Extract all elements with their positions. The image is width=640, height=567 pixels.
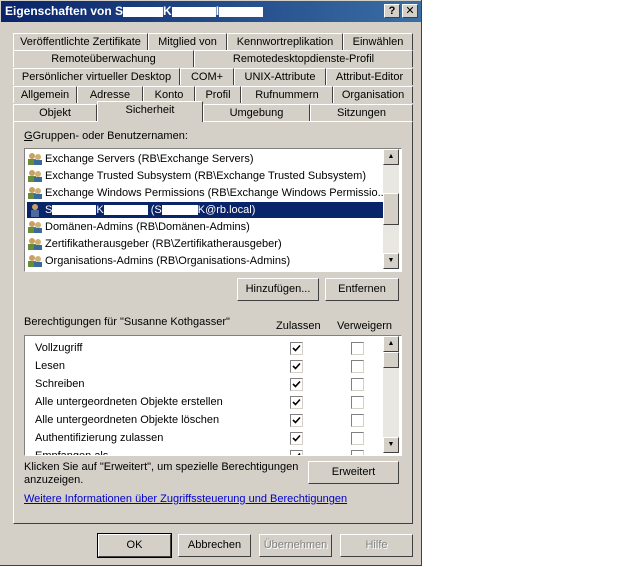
group-icon bbox=[28, 238, 42, 251]
cancel-button[interactable]: Abbrechen bbox=[178, 534, 251, 557]
item-label: Organisations-Admins (RB\Organisations-A… bbox=[45, 255, 291, 267]
deny-checkbox[interactable] bbox=[351, 378, 364, 391]
deny-checkbox[interactable] bbox=[351, 414, 364, 427]
groups-listbox[interactable]: Exchange Servers (RB\Exchange Servers) E… bbox=[24, 148, 402, 272]
allow-checkbox[interactable] bbox=[290, 432, 303, 445]
scroll-up-icon[interactable]: ▲ bbox=[383, 149, 399, 165]
tab-environment[interactable]: Umgebung bbox=[203, 104, 310, 121]
advanced-button[interactable]: Erweitert bbox=[308, 461, 399, 484]
deny-checkbox[interactable] bbox=[351, 396, 364, 409]
redaction bbox=[171, 6, 216, 17]
list-item[interactable]: Exchange Trusted Subsystem (RB\Exchange … bbox=[27, 168, 366, 184]
tab-published-certificates[interactable]: Veröffentlichte Zertifikate bbox=[13, 33, 148, 50]
redaction bbox=[103, 205, 148, 216]
groups-label: GGruppen- oder Benutzernamen: bbox=[24, 130, 188, 142]
deny-checkbox[interactable] bbox=[351, 360, 364, 373]
permissions-listbox[interactable]: Vollzugriff Lesen Schreiben Alle unterge… bbox=[24, 335, 402, 456]
tab-sessions[interactable]: Sitzungen bbox=[310, 104, 413, 121]
item-label: Exchange Trusted Subsystem (RB\Exchange … bbox=[45, 170, 366, 182]
tab-password-replication[interactable]: Kennwortreplikation bbox=[227, 33, 343, 50]
title-prefix: Eigenschaften von S bbox=[5, 4, 124, 18]
permission-name: Schreiben bbox=[35, 378, 85, 390]
apply-button[interactable]: Übernehmen bbox=[259, 534, 332, 557]
allow-header: Zulassen bbox=[276, 320, 321, 332]
scroll-down-icon[interactable]: ▼ bbox=[383, 253, 399, 269]
permission-name: Lesen bbox=[35, 360, 65, 372]
permissions-label: Berechtigungen für "Susanne Kothgasser" bbox=[24, 316, 230, 328]
tab-attribute-editor[interactable]: Attribut-Editor bbox=[326, 68, 413, 85]
scroll-up-icon[interactable]: ▲ bbox=[383, 336, 399, 352]
ok-button[interactable]: OK bbox=[97, 533, 172, 558]
group-icon bbox=[28, 187, 42, 200]
allow-checkbox[interactable] bbox=[290, 360, 303, 373]
item-label: (S bbox=[150, 204, 162, 216]
group-icon bbox=[28, 170, 42, 183]
group-icon bbox=[28, 221, 42, 234]
permission-name: Alle untergeordneten Objekte erstellen bbox=[35, 396, 223, 408]
advanced-hint-line2: anzuzeigen. bbox=[24, 474, 84, 486]
tab-phone-numbers[interactable]: Rufnummern bbox=[241, 86, 333, 103]
add-button[interactable]: Hinzufügen... bbox=[237, 278, 319, 301]
list-item[interactable]: Domänen-Admins (RB\Domänen-Admins) bbox=[27, 219, 250, 235]
list-item[interactable]: Exchange Windows Permissions (RB\Exchang… bbox=[27, 185, 387, 201]
deny-checkbox[interactable] bbox=[351, 450, 364, 455]
tab-dial-in[interactable]: Einwählen bbox=[343, 33, 413, 50]
tab-com-plus[interactable]: COM+ bbox=[180, 68, 234, 85]
deny-header: Verweigern bbox=[337, 320, 393, 332]
tab-rds-profile[interactable]: Remotedesktopdienste-Profil bbox=[194, 50, 413, 67]
help-title-button[interactable]: ? bbox=[384, 4, 400, 18]
allow-checkbox[interactable] bbox=[290, 450, 303, 455]
tab-personal-virtual-desktop[interactable]: Persönlicher virtueller Desktop bbox=[13, 68, 180, 85]
close-title-button[interactable]: ✕ bbox=[402, 4, 418, 18]
list-item[interactable]: Exchange Servers (RB\Exchange Servers) bbox=[27, 151, 253, 167]
tab-object[interactable]: Objekt bbox=[13, 104, 97, 121]
user-icon bbox=[31, 204, 39, 218]
tab-organization[interactable]: Organisation bbox=[333, 86, 413, 103]
list-item-selected[interactable]: S K (S K@rb.local) bbox=[27, 202, 383, 218]
title-bar[interactable]: Eigenschaften von SKI ? ✕ bbox=[1, 1, 421, 22]
properties-dialog: Eigenschaften von SKI ? ✕ Veröffentlicht… bbox=[0, 0, 422, 566]
allow-checkbox[interactable] bbox=[290, 414, 303, 427]
allow-checkbox[interactable] bbox=[290, 396, 303, 409]
permission-name: Authentifizierung zulassen bbox=[35, 432, 164, 444]
allow-checkbox[interactable] bbox=[290, 342, 303, 355]
redaction bbox=[52, 205, 97, 216]
list-item[interactable]: Zertifikatherausgeber (RB\Zertifikathera… bbox=[27, 236, 282, 252]
item-label: Domänen-Admins (RB\Domänen-Admins) bbox=[45, 221, 250, 233]
item-label: K@rb.local) bbox=[197, 204, 256, 216]
permission-name: Empfangen als bbox=[35, 450, 109, 456]
tab-general[interactable]: Allgemein bbox=[13, 86, 77, 103]
item-label: Zertifikatherausgeber (RB\Zertifikathera… bbox=[45, 238, 282, 250]
help-button[interactable]: Hilfe bbox=[340, 534, 413, 557]
more-info-link[interactable]: Weitere Informationen über Zugriffssteue… bbox=[24, 493, 347, 505]
list-item[interactable]: Organisations-Admins (RB\Organisations-A… bbox=[27, 253, 290, 269]
permission-name: Alle untergeordneten Objekte löschen bbox=[35, 414, 220, 426]
advanced-hint-line1: Klicken Sie auf "Erweitert", um speziell… bbox=[24, 461, 299, 473]
tab-security[interactable]: Sicherheit bbox=[97, 101, 203, 122]
item-label: S bbox=[45, 204, 53, 216]
permission-name: Vollzugriff bbox=[35, 342, 83, 354]
deny-checkbox[interactable] bbox=[351, 342, 364, 355]
tab-remote-control[interactable]: Remoteüberwachung bbox=[13, 50, 194, 67]
window-title: Eigenschaften von SKI bbox=[5, 4, 264, 18]
item-label: K bbox=[96, 204, 104, 216]
redaction bbox=[161, 205, 198, 216]
deny-checkbox[interactable] bbox=[351, 432, 364, 445]
item-label: Exchange Windows Permissions (RB\Exchang… bbox=[45, 187, 387, 199]
tab-member-of[interactable]: Mitglied von bbox=[148, 33, 227, 50]
scroll-thumb[interactable] bbox=[383, 193, 399, 225]
allow-checkbox[interactable] bbox=[290, 378, 303, 391]
scroll-thumb[interactable] bbox=[383, 352, 399, 368]
remove-button[interactable]: Entfernen bbox=[325, 278, 399, 301]
group-icon bbox=[28, 255, 42, 268]
title-mid: K bbox=[163, 4, 172, 18]
security-panel: GGruppen- oder Benutzernamen: Exchange S… bbox=[13, 121, 413, 524]
redaction bbox=[123, 6, 164, 17]
tab-unix-attributes[interactable]: UNIX-Attribute bbox=[234, 68, 326, 85]
group-icon bbox=[28, 153, 42, 166]
scroll-down-icon[interactable]: ▼ bbox=[383, 437, 399, 453]
item-label: Exchange Servers (RB\Exchange Servers) bbox=[45, 153, 254, 165]
redaction bbox=[219, 6, 264, 17]
